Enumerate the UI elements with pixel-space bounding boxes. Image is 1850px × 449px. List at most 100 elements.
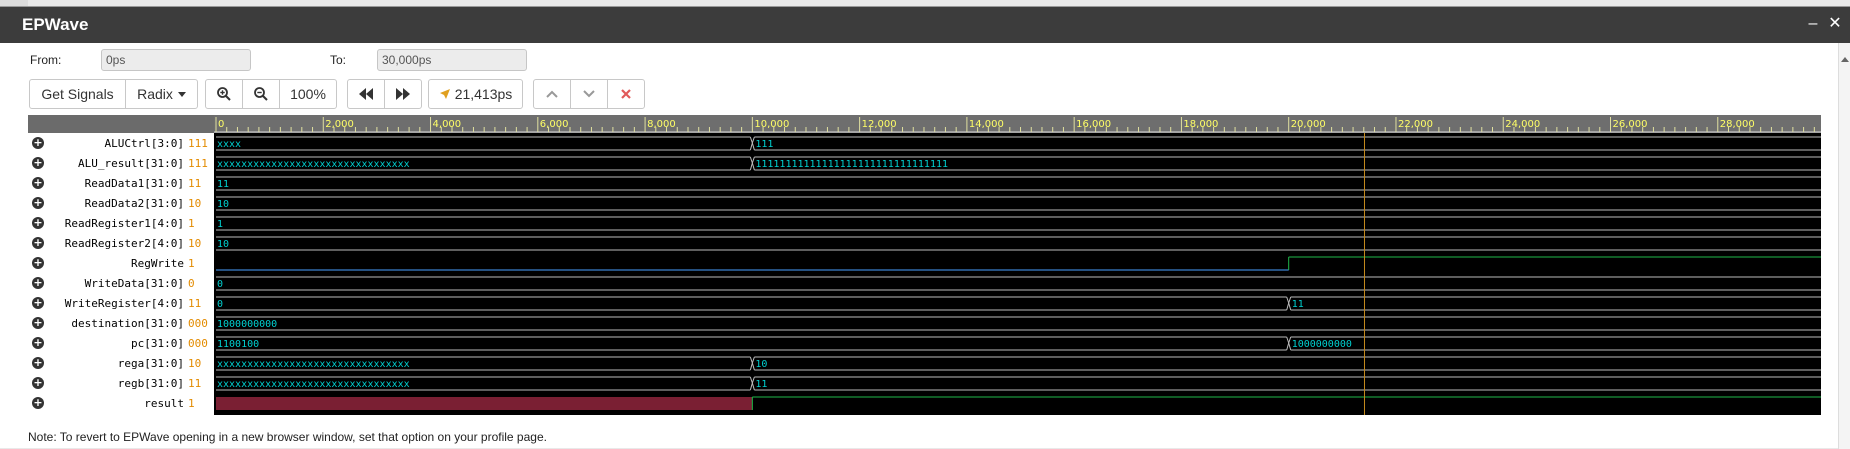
zoom-level-button[interactable]: 100%: [279, 79, 337, 109]
bus-value-label: 11: [217, 179, 229, 190]
vertical-scrollbar[interactable]: [1838, 43, 1850, 449]
bus-value-label: 11: [1292, 299, 1304, 310]
cursor-arrow-icon: [439, 89, 450, 99]
expand-icon[interactable]: +: [32, 337, 44, 349]
signal-name: ALUCtrl[3:0]: [104, 137, 184, 150]
waveform-viewer: + ALUCtrl[3:0] 111 + ALU_result[31:0] 111 + Rea…: [28, 115, 1821, 415]
expand-icon[interactable]: +: [32, 177, 44, 189]
ruler-tick-label: 10,000: [754, 119, 789, 130]
chevron-up-icon: [546, 90, 558, 98]
zoom-out-button[interactable]: [242, 79, 280, 109]
bus-transition: [751, 156, 755, 171]
delete-signal-button[interactable]: [607, 79, 645, 109]
next-edge-button[interactable]: [384, 79, 422, 109]
signal-row[interactable]: + ReadRegister2[4:0] 10: [28, 233, 214, 253]
ruler-tick-label: 22,000: [1398, 119, 1433, 130]
expand-icon[interactable]: +: [32, 197, 44, 209]
to-field[interactable]: [377, 49, 527, 71]
ruler-tick-label: 20,000: [1291, 119, 1326, 130]
signal-row[interactable]: + ALU_result[31:0] 111: [28, 153, 214, 173]
from-field[interactable]: [101, 49, 251, 71]
signal-row[interactable]: + ALUCtrl[3:0] 111: [28, 133, 214, 153]
zoom-button-group: 100%: [205, 79, 337, 109]
expand-icon[interactable]: +: [32, 297, 44, 309]
signal-value: 11: [188, 297, 202, 310]
signal-row[interactable]: + ReadRegister1[4:0] 1: [28, 213, 214, 233]
signal-row[interactable]: + destination[31:0] 000: [28, 313, 214, 333]
bus-value-label: xxxx: [217, 139, 241, 150]
ruler-tick-label: 6,000: [540, 119, 569, 130]
from-label: From:: [30, 53, 62, 67]
expand-icon[interactable]: +: [32, 277, 44, 289]
signal-value: 111: [188, 137, 208, 150]
window-title: EPWave: [22, 15, 89, 34]
scroll-up-icon[interactable]: [1841, 57, 1849, 62]
cursor-time-button[interactable]: 21,413ps: [428, 79, 523, 109]
expand-icon[interactable]: +: [32, 237, 44, 249]
expand-icon[interactable]: +: [32, 317, 44, 329]
close-icon[interactable]: ✕: [1826, 15, 1844, 33]
ruler-tick-label: 26,000: [1613, 119, 1648, 130]
signal-name: ReadData2[31:0]: [84, 197, 184, 210]
signal-row[interactable]: + ReadData1[31:0] 11: [28, 173, 214, 193]
ruler-tick-label: 16,000: [1076, 119, 1111, 130]
bus-transition: [1288, 296, 1292, 311]
expand-icon[interactable]: +: [32, 137, 44, 149]
epwave-window: EPWave – ✕ From: To: Get Signals Radix: [0, 6, 1850, 449]
signal-name: rega[31:0]: [117, 357, 184, 370]
chevron-down-icon: [583, 90, 595, 98]
footer-note: Note: To revert to EPWave opening in a n…: [28, 430, 547, 444]
to-label: To:: [330, 53, 347, 67]
signal-row[interactable]: + WriteRegister[4:0] 11: [28, 293, 214, 313]
get-signals-button[interactable]: Get Signals: [29, 79, 126, 109]
bus-value-label: 0: [217, 279, 223, 290]
signal-name: regb[31:0]: [117, 377, 184, 390]
bus-transition: [751, 136, 755, 151]
title-bar: EPWave – ✕: [0, 7, 1850, 43]
ruler-tick-label: 24,000: [1505, 119, 1540, 130]
signal-row[interactable]: + pc[31:0] 000: [28, 333, 214, 353]
prev-edge-button[interactable]: [347, 79, 385, 109]
signal-row[interactable]: + result 1: [28, 393, 214, 413]
zoom-in-button[interactable]: [205, 79, 243, 109]
zoom-in-icon: [217, 87, 231, 101]
bus-value-label: 11111111111111111111111111111111: [755, 159, 948, 170]
signal-row[interactable]: + ReadData2[31:0] 10: [28, 193, 214, 213]
cursor-time-label: 21,413ps: [454, 86, 513, 102]
signal-row[interactable]: + regb[31:0] 11: [28, 373, 214, 393]
signal-value: 11: [188, 177, 202, 190]
expand-icon[interactable]: +: [32, 257, 44, 269]
bus-value-label: 10: [755, 359, 767, 370]
minimize-icon[interactable]: –: [1804, 15, 1822, 33]
bus-value-label: 10: [217, 199, 229, 210]
rewind-icon: [359, 88, 373, 100]
bus-transition: [1288, 336, 1292, 351]
radix-button[interactable]: Radix: [125, 79, 198, 109]
move-up-button[interactable]: [533, 79, 571, 109]
signal-row[interactable]: + rega[31:0] 10: [28, 353, 214, 373]
signal-row[interactable]: + RegWrite 1: [28, 253, 214, 273]
signal-name: pc[31:0]: [131, 337, 184, 350]
signal-name: WriteData[31:0]: [84, 277, 184, 290]
caret-down-icon: [177, 91, 186, 97]
expand-icon[interactable]: +: [32, 157, 44, 169]
radix-label: Radix: [137, 86, 173, 102]
ruler-tick-label: 12,000: [862, 119, 897, 130]
close-icon: [621, 89, 631, 99]
signals-button-group: Get Signals Radix: [29, 79, 198, 109]
expand-icon[interactable]: +: [32, 397, 44, 409]
signal-name: result: [144, 397, 184, 410]
bus-value-label: 1100100: [217, 339, 259, 350]
signal-name: ReadData1[31:0]: [84, 177, 184, 190]
move-down-button[interactable]: [570, 79, 608, 109]
signal-row[interactable]: + WriteData[31:0] 0: [28, 273, 214, 293]
signal-name: ReadRegister2[4:0]: [64, 237, 184, 250]
waveform-canvas[interactable]: 0 2,000 4,000 6,000 8,000 10,000 12,000 14,000 1…: [214, 115, 1821, 415]
signal-value: 10: [188, 197, 202, 210]
expand-icon[interactable]: +: [32, 357, 44, 369]
expand-icon[interactable]: +: [32, 217, 44, 229]
signal-value: 1: [188, 257, 195, 270]
expand-icon[interactable]: +: [32, 377, 44, 389]
bus-value-label: 10: [217, 239, 229, 250]
signal-list: + ALUCtrl[3:0] 111 + ALU_result[31:0] 111 + Rea…: [28, 133, 214, 415]
